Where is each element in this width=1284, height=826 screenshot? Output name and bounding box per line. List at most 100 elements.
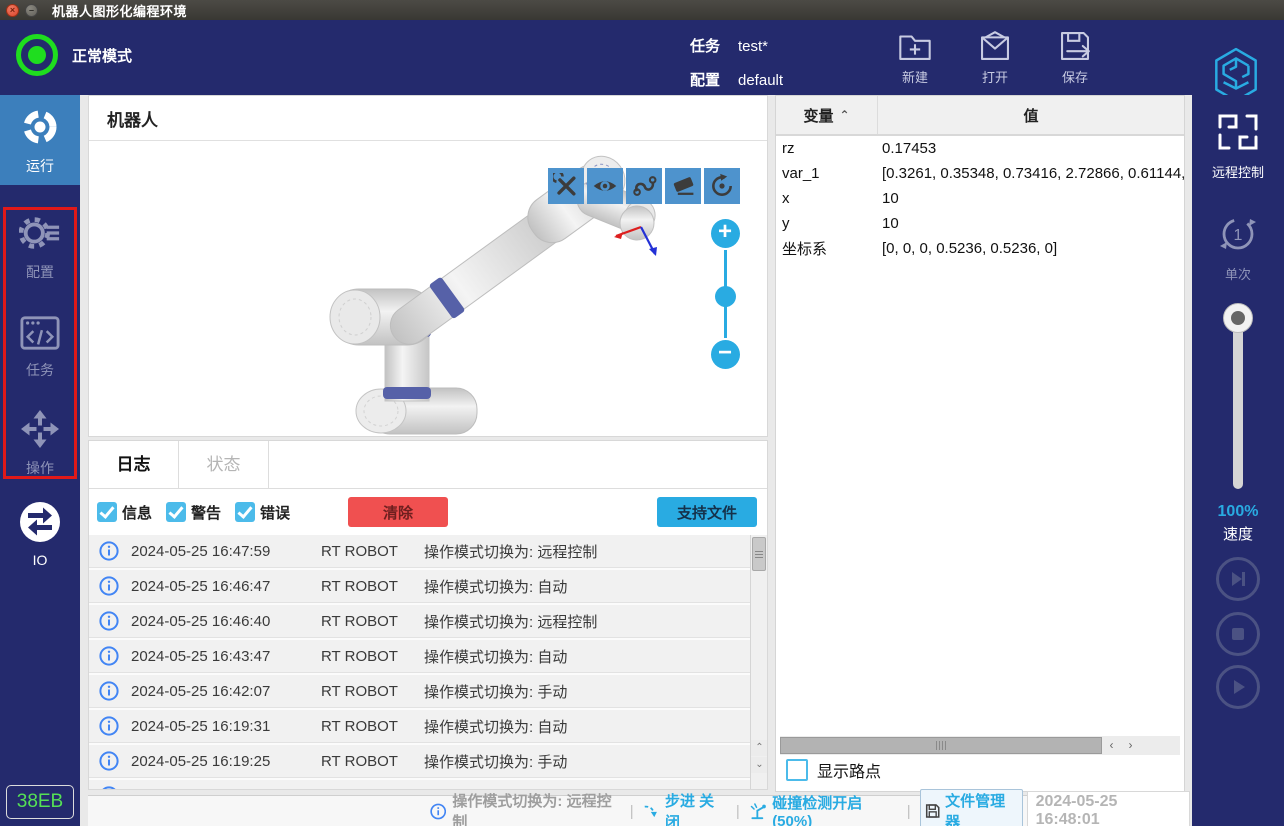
variable-row[interactable]: y 10	[776, 211, 1184, 236]
normal-mode-icon	[16, 34, 58, 76]
log-message: 操作模式切换为: 手动	[424, 681, 567, 702]
statusbar-collision-toggle[interactable]: 碰撞检测开启(50%)	[749, 792, 898, 826]
log-list: 2024-05-25 16:47:59 RT ROBOT 操作模式切换为: 远程…	[89, 535, 767, 789]
speed-slider-thumb[interactable]	[1223, 303, 1253, 333]
remote-control-button[interactable]: 远程控制	[1192, 111, 1284, 181]
log-row[interactable]: 2024-05-25 16:17:15 RT ROBOT 操作模式切换为: 本地…	[89, 780, 751, 789]
open-button[interactable]: 打开	[960, 28, 1030, 86]
info-icon	[430, 803, 446, 820]
filter-error-checkbox[interactable]: 错误	[235, 502, 290, 523]
reset-view-button[interactable]	[704, 168, 740, 204]
robot-panel-title: 机器人	[89, 96, 767, 141]
scroll-right-icon[interactable]: ›	[1121, 737, 1140, 754]
log-time: 2024-05-25 16:19:25	[131, 753, 291, 770]
window-title: 机器人图形化编程环境	[52, 1, 187, 20]
sidebar-item-task[interactable]: 任务	[0, 315, 80, 380]
single-cycle-icon: 1	[1217, 213, 1259, 255]
stop-button[interactable]	[1216, 612, 1260, 656]
window-minimize-button[interactable]: –	[25, 4, 38, 17]
task-value: test*	[738, 30, 768, 64]
hscrollbar-thumb[interactable]	[780, 737, 1102, 754]
zoom-out-button[interactable]: −	[711, 340, 740, 369]
statusbar-clock: 2024-05-25 16:48:01	[1027, 791, 1190, 826]
play-button[interactable]	[1216, 665, 1260, 709]
variable-name: rz	[776, 140, 878, 157]
eye-icon	[591, 173, 619, 199]
zoom-in-button[interactable]: +	[711, 219, 740, 248]
eraser-button[interactable]	[665, 168, 701, 204]
log-row[interactable]: 2024-05-25 16:43:47 RT ROBOT 操作模式切换为: 自动	[89, 640, 751, 673]
config-label: 配置	[690, 64, 732, 98]
variable-row[interactable]: x 10	[776, 186, 1184, 211]
eraser-icon	[670, 173, 696, 199]
variable-row[interactable]: 坐标系 [0, 0, 0, 0.5236, 0.5236, 0]	[776, 236, 1184, 261]
info-icon	[99, 576, 119, 596]
sidebar-item-run[interactable]: 运行	[0, 95, 80, 185]
statusbar-file-manager[interactable]: 文件管理器	[920, 789, 1023, 826]
svg-text:1: 1	[1234, 227, 1243, 244]
visibility-button[interactable]	[587, 168, 623, 204]
log-row[interactable]: 2024-05-25 16:46:40 RT ROBOT 操作模式切换为: 远程…	[89, 605, 751, 638]
window-close-button[interactable]: ×	[6, 4, 19, 17]
checkbox-checked-icon	[166, 502, 186, 522]
variables-hscrollbar[interactable]: ‹ ›	[780, 736, 1180, 755]
single-run-button[interactable]: 1 单次	[1192, 213, 1284, 283]
scroll-down-icon[interactable]: ⌄	[751, 757, 767, 773]
scroll-left-icon[interactable]: ‹	[1102, 737, 1121, 754]
log-time: 2024-05-25 16:47:59	[131, 543, 291, 560]
save-button[interactable]: 保存	[1040, 28, 1110, 86]
tools-button[interactable]	[548, 168, 584, 204]
sidebar-item-operate[interactable]: 操作	[0, 409, 80, 478]
sidebar-item-io[interactable]: IO	[0, 501, 80, 568]
support-files-button[interactable]: 支持文件	[657, 497, 757, 527]
tab-status[interactable]: 状态	[179, 441, 269, 488]
log-time: 2024-05-25 16:19:31	[131, 718, 291, 735]
log-source: RT ROBOT	[321, 718, 416, 735]
skip-icon	[1228, 569, 1248, 589]
tab-log[interactable]: 日志	[89, 441, 179, 488]
robot-panel: 机器人	[88, 95, 768, 437]
zoom-slider-thumb[interactable]	[715, 286, 736, 307]
step-forward-button[interactable]	[1216, 557, 1260, 601]
filter-warning-checkbox[interactable]: 警告	[166, 502, 221, 523]
filter-info-checkbox[interactable]: 信息	[97, 502, 152, 523]
speed-slider[interactable]	[1233, 307, 1243, 489]
clear-log-button[interactable]: 清除	[348, 497, 448, 527]
log-scrollbar[interactable]: ⌃ ⌄	[750, 535, 767, 789]
path-icon	[631, 173, 657, 199]
robot-3d-view[interactable]: + −	[89, 141, 767, 436]
variable-row[interactable]: var_1 [0.3261, 0.35348, 0.73416, 2.72866…	[776, 161, 1184, 186]
log-time: 2024-05-25 16:46:47	[131, 578, 291, 595]
statusbar-step-toggle[interactable]: 步进 关闭	[643, 790, 727, 826]
disk-icon	[925, 803, 940, 819]
separator: |	[736, 803, 740, 820]
column-variable[interactable]: 变量 ⌃	[776, 96, 878, 134]
log-time: 2024-05-25 16:43:47	[131, 648, 291, 665]
log-tabs: 日志 状态	[89, 441, 767, 489]
log-time: 2024-05-25 16:17:15	[131, 788, 291, 790]
variable-value: 0.17453	[878, 140, 1184, 157]
show-waypoints-checkbox[interactable]: 显示路点	[786, 758, 881, 782]
log-scrollbar-thumb[interactable]	[752, 537, 766, 571]
scroll-up-icon[interactable]: ⌃	[751, 740, 767, 756]
log-row[interactable]: 2024-05-25 16:19:25 RT ROBOT 操作模式切换为: 手动	[89, 745, 751, 778]
log-row[interactable]: 2024-05-25 16:47:59 RT ROBOT 操作模式切换为: 远程…	[89, 535, 751, 568]
path-button[interactable]	[626, 168, 662, 204]
variable-row[interactable]: rz 0.17453	[776, 136, 1184, 161]
log-row[interactable]: 2024-05-25 16:19:31 RT ROBOT 操作模式切换为: 自动	[89, 710, 751, 743]
left-sidebar: 运行 配置 任务	[0, 95, 80, 826]
log-row[interactable]: 2024-05-25 16:42:07 RT ROBOT 操作模式切换为: 手动	[89, 675, 751, 708]
separator: |	[630, 803, 634, 820]
variable-value: 10	[878, 190, 1184, 207]
checkbox-checked-icon	[97, 502, 117, 522]
info-icon	[99, 646, 119, 666]
variable-value: [0, 0, 0, 0.5236, 0.5236, 0]	[878, 240, 1184, 257]
info-icon	[99, 681, 119, 701]
zoom-slider-track[interactable]	[724, 250, 727, 338]
new-button[interactable]: 新建	[880, 28, 950, 86]
gear-icon	[19, 213, 61, 253]
sidebar-item-config[interactable]: 配置	[0, 213, 80, 282]
log-time: 2024-05-25 16:46:40	[131, 613, 291, 630]
log-row[interactable]: 2024-05-25 16:46:47 RT ROBOT 操作模式切换为: 自动	[89, 570, 751, 603]
zoom-controls: + −	[710, 219, 740, 369]
